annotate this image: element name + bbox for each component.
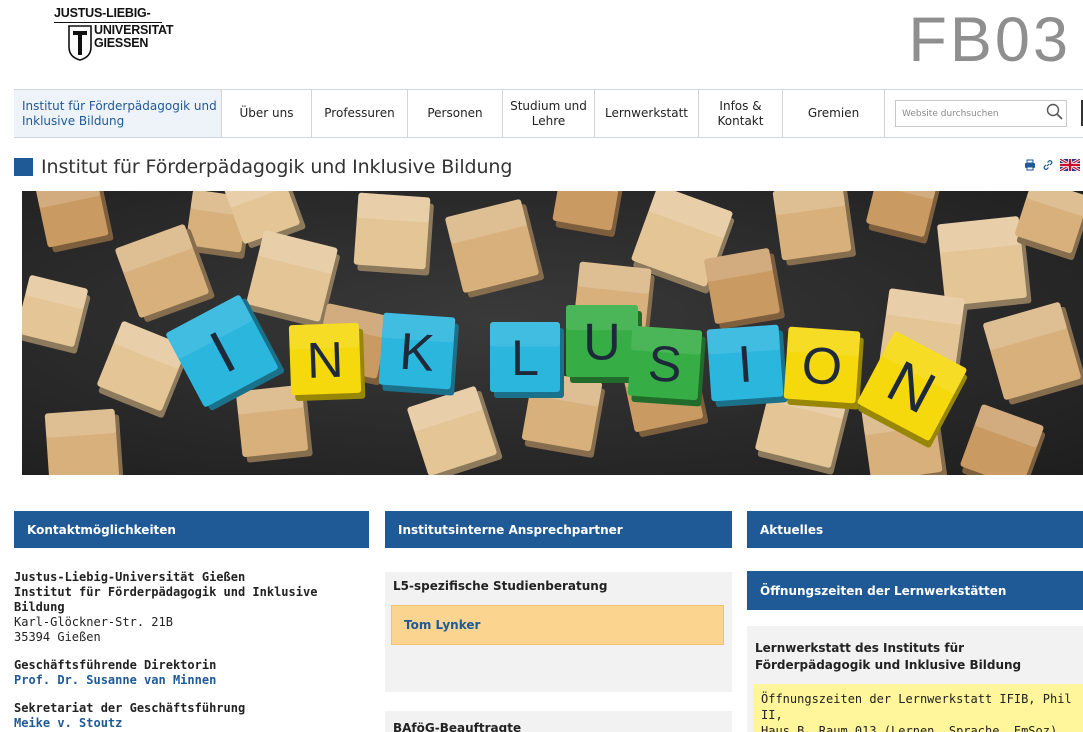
- contact-box-title: L5-spezifische Studienberatung: [393, 579, 608, 593]
- letter-tile-letter: S: [646, 334, 684, 393]
- contact-street: Karl-Glöckner-Str. 21B: [14, 615, 173, 629]
- contact-box-bafoeg: BAföG-Beauftragte: [385, 711, 732, 732]
- hero-illustration: INKLUSION: [22, 191, 1083, 475]
- uk-flag-icon[interactable]: [1060, 159, 1080, 171]
- wooden-block: [960, 404, 1046, 475]
- letter-tile-letter: K: [398, 322, 437, 382]
- logo-text-line3: GIESSEN: [94, 36, 149, 50]
- wooden-block: [772, 191, 856, 266]
- wooden-block: [44, 408, 124, 475]
- nav-item-infos-kontakt[interactable]: Infos & Kontakt: [699, 90, 783, 137]
- nav-item-personen[interactable]: Personen: [408, 90, 503, 137]
- site-search: [885, 90, 1083, 137]
- wooden-block: [353, 192, 434, 276]
- wooden-block: [22, 275, 91, 354]
- contact-box-title: BAföG-Beauftragte: [393, 721, 522, 732]
- title-square-icon: [14, 158, 33, 176]
- contact-box-l5-advising: L5-spezifische Studienberatung Tom Lynke…: [385, 572, 732, 692]
- contact-person-link[interactable]: Tom Lynker: [391, 605, 724, 645]
- wooden-block: [866, 191, 941, 244]
- link-icon[interactable]: [1042, 159, 1054, 171]
- news-opening-hours-line2: Haus B, Raum 013 (Lernen, Sprache, EmSoz…: [761, 724, 1058, 732]
- university-logo[interactable]: JUSTUS-LIEBIG- UNIVERSITAT GIESSEN: [54, 6, 204, 62]
- column-heading-internal: Institutsinterne Ansprechpartner: [385, 511, 732, 548]
- nav-item-ueber-uns[interactable]: Über uns: [222, 90, 312, 137]
- letter-tile-letter: N: [306, 331, 344, 389]
- contact-details: Justus-Liebig-Universität Gießen Institu…: [14, 570, 369, 731]
- contact-org-institute: Institut für Förderpädagogik und Inklusi…: [14, 585, 318, 614]
- letter-tile: K: [378, 312, 459, 396]
- contact-secretariat-label: Sekretariat der Geschäftsführung: [14, 701, 246, 715]
- letter-tile: I: [706, 324, 788, 407]
- contact-secretariat-link[interactable]: Meike v. Stoutz: [14, 716, 369, 731]
- column-heading-news[interactable]: Aktuelles: [747, 511, 1083, 548]
- contact-director-link[interactable]: Prof. Dr. Susanne van Minnen: [14, 673, 369, 688]
- search-input[interactable]: [895, 100, 1067, 127]
- search-icon[interactable]: [1045, 102, 1065, 122]
- faculty-code: FB03: [908, 5, 1071, 75]
- contact-city: 35394 Gießen: [14, 630, 101, 644]
- main-navigation: Institut für Förderpädagogik und Inklusi…: [14, 89, 1083, 138]
- logo-text-line1: JUSTUS-LIEBIG-: [54, 6, 151, 20]
- letter-tile: O: [783, 326, 864, 410]
- wooden-block: [35, 191, 114, 253]
- news-box-title: Lernwerkstatt des Instituts für Förderpä…: [755, 641, 1022, 672]
- logo-text-line2: UNIVERSITAT: [94, 23, 174, 37]
- page-tools: [1024, 159, 1080, 171]
- nav-item-institute-home[interactable]: Institut für Förderpädagogik und Inklusi…: [14, 90, 222, 137]
- letter-tile: N: [288, 322, 366, 401]
- wooden-block: [552, 191, 625, 237]
- nav-item-lernwerkstatt[interactable]: Lernwerkstatt: [595, 90, 699, 137]
- news-opening-hours[interactable]: Öffnungszeiten der Lernwerkstatt IFIB, P…: [753, 684, 1083, 732]
- wooden-block: [445, 199, 544, 298]
- contact-org-university: Justus-Liebig-Universität Gießen: [14, 570, 246, 584]
- contact-director-label: Geschäftsführende Direktorin: [14, 658, 217, 672]
- nav-item-studium-und-lehre[interactable]: Studium und Lehre: [503, 90, 595, 137]
- wooden-block: [983, 302, 1083, 405]
- university-shield-icon: [68, 25, 92, 61]
- print-icon[interactable]: [1024, 159, 1036, 171]
- page-title-bar: Institut für Förderpädagogik und Inklusi…: [14, 156, 512, 178]
- hero-image-inklusion: INKLUSION: [22, 191, 1083, 475]
- news-subheading[interactable]: Öffnungszeiten der Lernwerkstätten: [747, 571, 1083, 610]
- nav-item-gremien[interactable]: Gremien: [783, 90, 885, 137]
- letter-tile: L: [490, 322, 564, 398]
- letter-tile: S: [627, 325, 706, 407]
- letter-tile-letter: O: [800, 335, 844, 396]
- wooden-block: [407, 386, 503, 475]
- news-opening-hours-line1: Öffnungszeiten der Lernwerkstatt IFIB, P…: [761, 692, 1072, 722]
- letter-tile-letter: U: [583, 313, 620, 371]
- news-box-lernwerkstatt: Lernwerkstatt des Instituts für Förderpä…: [747, 626, 1083, 732]
- nav-item-professuren[interactable]: Professuren: [312, 90, 408, 137]
- column-heading-contact: Kontaktmöglichkeiten: [14, 511, 369, 548]
- letter-tile-letter: L: [511, 329, 539, 386]
- page-title: Institut für Förderpädagogik und Inklusi…: [41, 156, 513, 178]
- wooden-block: [704, 248, 785, 329]
